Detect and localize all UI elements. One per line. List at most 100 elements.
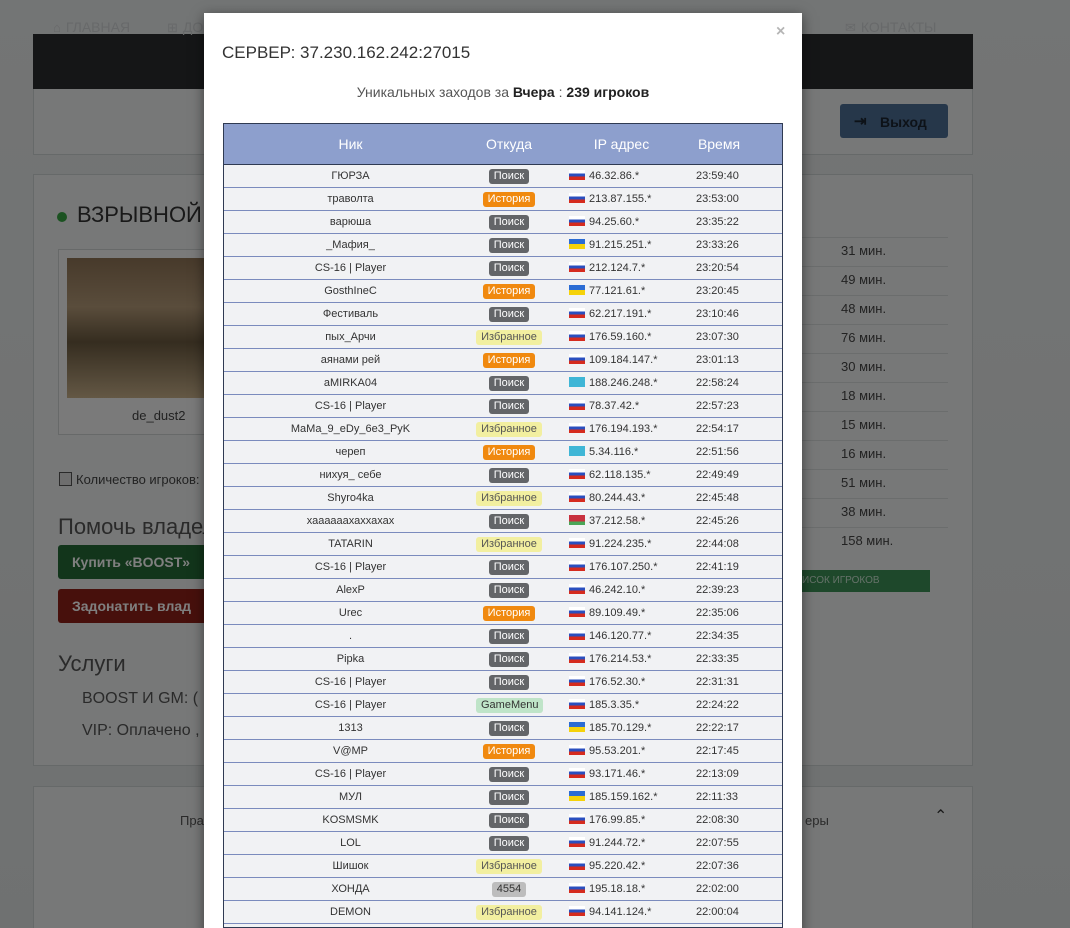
ip-address: 195.18.18.* — [589, 883, 646, 895]
ip-cell: 91.224.235.* — [569, 538, 651, 550]
player-nick: Шишок — [332, 860, 369, 872]
source-cell: Избранное — [476, 422, 542, 437]
ip-address: 91.224.235.* — [589, 538, 652, 550]
table-row: Шишок Избранное 95.220.42.* 22:07:36 — [224, 855, 782, 878]
source-badge: Поиск — [488, 238, 530, 253]
source-badge: Поиск — [488, 261, 530, 276]
source-cell: Избранное — [476, 330, 542, 345]
visit-time: 23:20:54 — [696, 262, 739, 274]
column-header-time[interactable]: Время — [684, 136, 754, 152]
ip-address: 89.109.49.* — [589, 607, 646, 619]
player-nick: CS-16 | Player — [314, 768, 387, 780]
source-badge: История — [482, 192, 536, 207]
source-badge: Поиск — [488, 399, 530, 414]
player-nick: ГЮРЗА — [331, 170, 370, 182]
table-row: 1313 Поиск 185.70.129.* 22:22:17 — [224, 717, 782, 740]
source-badge: Избранное — [476, 330, 542, 345]
source-cell: Поиск — [476, 721, 542, 736]
ip-address: 46.242.10.* — [589, 584, 646, 596]
source-cell: Избранное — [476, 537, 542, 552]
ip-address: 62.217.191.* — [589, 308, 652, 320]
country-flag-icon — [569, 676, 585, 686]
ip-cell: 93.171.46.* — [569, 768, 645, 780]
source-cell: Избранное — [476, 491, 542, 506]
visit-time: 22:31:31 — [696, 676, 739, 688]
ip-cell: 185.159.162.* — [569, 791, 658, 803]
player-nick: CS-16 | Player — [314, 699, 387, 711]
ip-address: 109.184.147.* — [589, 354, 658, 366]
table-row: KOSMSMK Поиск 176.99.85.* 22:08:30 — [224, 809, 782, 832]
source-badge: Избранное — [476, 537, 542, 552]
country-flag-icon — [569, 561, 585, 571]
ip-cell: 95.220.42.* — [569, 860, 645, 872]
ip-cell: 37.212.58.* — [569, 515, 645, 527]
country-flag-icon — [569, 745, 585, 755]
player-nick: Shyro4ka — [327, 492, 374, 504]
source-badge: Поиск — [488, 675, 530, 690]
table-header: Ник Откуда IP адрес Время — [224, 124, 782, 165]
visit-time: 22:00:04 — [696, 906, 739, 918]
ip-address: 176.107.250.* — [589, 561, 658, 573]
player-nick: Pipka — [336, 653, 365, 665]
ip-address: 176.99.85.* — [589, 814, 646, 826]
player-nick: аянами рей — [320, 354, 381, 366]
player-nick: KOSMSMK — [322, 814, 379, 826]
table-row: . Поиск 146.120.77.* 22:34:35 — [224, 625, 782, 648]
table-row: варюша Поиск 94.25.60.* 23:35:22 — [224, 211, 782, 234]
country-flag-icon — [569, 584, 585, 594]
source-cell: Избранное — [476, 859, 542, 874]
player-nick: Urec — [338, 607, 363, 619]
source-cell: История — [476, 606, 542, 621]
player-nick: CS-16 | Player — [314, 400, 387, 412]
source-badge: Поиск — [488, 790, 530, 805]
ip-address: 146.120.77.* — [589, 630, 652, 642]
source-badge: Поиск — [488, 721, 530, 736]
modal-title: СЕРВЕР: 37.230.162.242:27015 — [222, 43, 471, 62]
source-badge: Поиск — [488, 376, 530, 391]
table-body: ГЮРЗА Поиск 46.32.86.* 23:59:40 траволта Исто… — [224, 165, 782, 924]
table-row: ГЮРЗА Поиск 46.32.86.* 23:59:40 — [224, 165, 782, 188]
source-badge: Поиск — [488, 813, 530, 828]
player-nick: LOL — [340, 837, 361, 849]
source-badge: Поиск — [488, 307, 530, 322]
table-row: аянами рей История 109.184.147.* 23:01:13 — [224, 349, 782, 372]
column-header-ip[interactable]: IP адрес — [559, 136, 684, 152]
table-row: aMIRKA04 Поиск 188.246.248.* 22:58:24 — [224, 372, 782, 395]
country-flag-icon — [569, 193, 585, 203]
source-cell: Поиск — [476, 215, 542, 230]
ip-cell: 176.99.85.* — [569, 814, 645, 826]
source-cell: 4554 — [476, 882, 542, 897]
country-flag-icon — [569, 837, 585, 847]
visit-time: 22:58:24 — [696, 377, 739, 389]
player-nick: варюша — [329, 216, 372, 228]
country-flag-icon — [569, 492, 585, 502]
country-flag-icon — [569, 423, 585, 433]
source-cell: История — [476, 353, 542, 368]
table-row: пых_Арчи Избранное 176.59.160.* 23:07:30 — [224, 326, 782, 349]
ip-cell: 91.215.251.* — [569, 239, 651, 251]
source-badge: Избранное — [476, 491, 542, 506]
visit-time: 22:07:36 — [696, 860, 739, 872]
player-nick: пых_Арчи — [325, 331, 376, 343]
country-flag-icon — [569, 469, 585, 479]
visit-time: 22:02:00 — [696, 883, 739, 895]
ip-cell: 185.3.35.* — [569, 699, 639, 711]
ip-cell: 176.52.30.* — [569, 676, 645, 688]
visit-time: 22:54:17 — [696, 423, 739, 435]
source-badge: Избранное — [476, 905, 542, 920]
column-header-nick[interactable]: Ник — [224, 136, 477, 152]
ip-cell: 185.70.129.* — [569, 722, 651, 734]
close-icon[interactable]: × — [776, 23, 785, 41]
country-flag-icon — [569, 216, 585, 226]
ip-address: 37.212.58.* — [589, 515, 646, 527]
source-cell: Поиск — [476, 560, 542, 575]
ip-address: 62.118.135.* — [589, 469, 651, 481]
ip-cell: 62.118.135.* — [569, 469, 651, 481]
country-flag-icon — [569, 653, 585, 663]
table-row: DEMON Избранное 94.141.124.* 22:00:04 — [224, 901, 782, 924]
table-row: MaMa_9_eDy_6e3_PyK Избранное 176.194.193.*… — [224, 418, 782, 441]
player-nick: Фестиваль — [322, 308, 379, 320]
country-flag-icon — [569, 308, 585, 318]
subtitle-day: Вчера — [512, 84, 555, 100]
column-header-from[interactable]: Откуда — [477, 136, 541, 152]
